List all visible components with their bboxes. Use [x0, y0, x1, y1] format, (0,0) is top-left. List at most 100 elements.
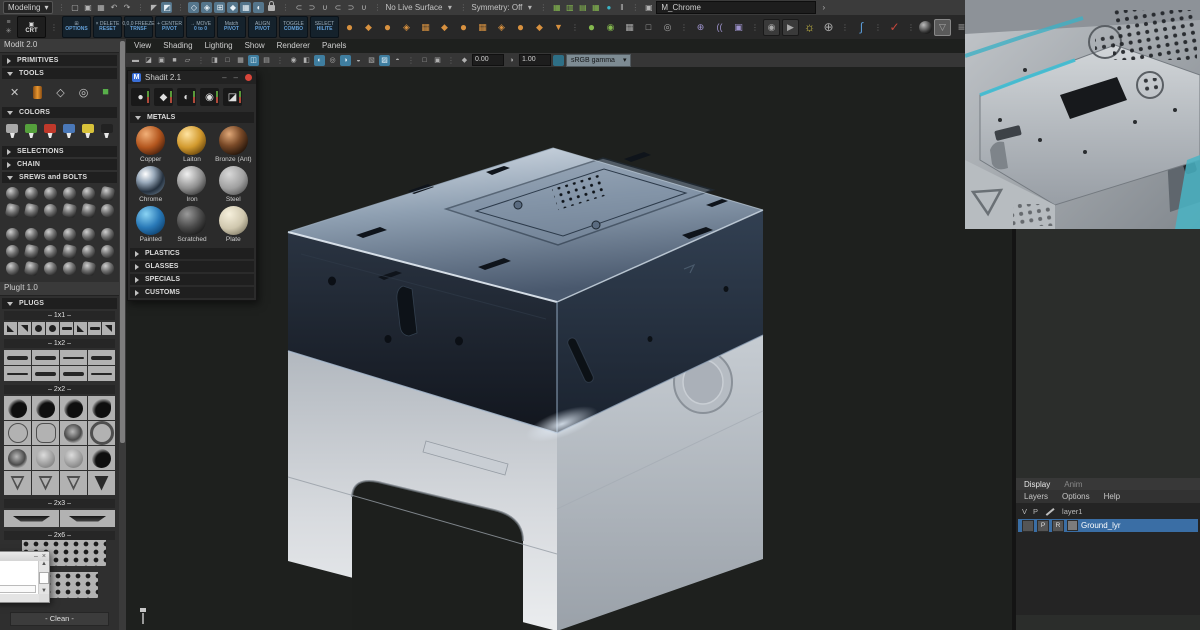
plug-thumbnail[interactable]: [88, 471, 115, 495]
plug-thumbnail[interactable]: [60, 446, 87, 470]
undo-icon[interactable]: ↶: [108, 2, 119, 13]
lock-camera-icon[interactable]: ◪: [143, 55, 154, 66]
redo-icon[interactable]: ↷: [121, 2, 132, 13]
primitive-diamond-icon[interactable]: ◆: [436, 18, 453, 36]
inspect-tool-icon[interactable]: ◎: [659, 18, 676, 36]
move-to-origin-button[interactable]: → MOVE 0 to 0: [186, 16, 215, 38]
menu-renderer[interactable]: Renderer: [277, 41, 310, 52]
plug-thumbnail[interactable]: [4, 396, 31, 420]
plug-thumbnail[interactable]: [60, 471, 87, 495]
plug-thumbnail[interactable]: [88, 322, 101, 335]
plug-thumbnail[interactable]: [88, 366, 115, 381]
material-swatch[interactable]: Scratched: [171, 206, 212, 243]
snap-projected-icon[interactable]: ◆: [227, 2, 238, 13]
motion-blur-icon[interactable]: ◓: [392, 55, 403, 66]
plug-thumbnail[interactable]: [74, 322, 87, 335]
minimize-icon[interactable]: –: [34, 553, 38, 560]
minimize-icon[interactable]: –: [222, 73, 226, 82]
plug-thumbnail[interactable]: [60, 350, 87, 365]
bolt-thumbnail[interactable]: [41, 243, 59, 259]
material-swatch[interactable]: Bronze (Ant): [213, 126, 254, 163]
curve-tool-icon[interactable]: ∫: [853, 18, 870, 36]
scrollbar-thumb[interactable]: [120, 41, 125, 443]
color-marker-red[interactable]: [44, 124, 56, 138]
material-swatch[interactable]: Plate: [213, 206, 254, 243]
construction-history-icon[interactable]: ⊃: [345, 2, 356, 13]
primitive-diamond-icon[interactable]: ◆: [531, 18, 548, 36]
plug-thumbnail[interactable]: [4, 446, 31, 470]
safe-action-icon[interactable]: ◉: [288, 55, 299, 66]
snap-curve-icon[interactable]: ◈: [201, 2, 212, 13]
material-ball-icon[interactable]: [919, 21, 932, 34]
snap-together-icon[interactable]: ▦: [590, 2, 601, 13]
snap-together-icon[interactable]: ▤: [577, 2, 588, 13]
primitive-gem-icon[interactable]: ◈: [493, 18, 510, 36]
snap-grid-icon[interactable]: ◇: [188, 2, 199, 13]
color-marker-blue[interactable]: [63, 124, 75, 138]
section-primitives[interactable]: PRIMITIVES: [2, 55, 117, 66]
material-swatch[interactable]: Painted: [130, 206, 171, 243]
screw-thumbnail[interactable]: [60, 202, 78, 218]
plug-thumbnail[interactable]: [60, 322, 73, 335]
plug-thumbnail[interactable]: [60, 421, 87, 445]
plug-thumbnail[interactable]: [4, 322, 17, 335]
snap-view-icon[interactable]: ▦: [240, 2, 251, 13]
plug-thumbnail[interactable]: [32, 350, 59, 365]
construction-history-icon[interactable]: ∪: [319, 2, 330, 13]
center-pivot-button[interactable]: + CENTER PIVOT: [155, 16, 184, 38]
screw-thumbnail[interactable]: [22, 202, 40, 218]
resize-grip[interactable]: [39, 594, 49, 602]
menu-panels[interactable]: Panels: [322, 41, 346, 52]
bolt-thumbnail[interactable]: [3, 260, 21, 276]
bolt-thumbnail[interactable]: [79, 226, 97, 242]
primitive-gem-icon[interactable]: ◈: [398, 18, 415, 36]
primitive-grid-icon[interactable]: ▦: [417, 18, 434, 36]
chevron-down-icon[interactable]: ▾: [524, 2, 535, 13]
bolt-thumbnail[interactable]: [98, 260, 116, 276]
material-swatch[interactable]: Steel: [213, 166, 254, 203]
menu-shading[interactable]: Shading: [163, 41, 192, 52]
symmetry-selector[interactable]: Symmetry: Off: [471, 3, 522, 12]
camera-attributes-icon[interactable]: ▣: [156, 55, 167, 66]
bolt-thumbnail[interactable]: [98, 243, 116, 259]
layer-name[interactable]: Ground_lyr: [1081, 521, 1121, 530]
bolt-thumbnail[interactable]: [60, 243, 78, 259]
save-scene-icon[interactable]: ▦: [95, 2, 106, 13]
plug-thumbnail[interactable]: [32, 322, 45, 335]
primitive-sphere-icon[interactable]: ●: [379, 18, 396, 36]
close-icon[interactable]: [245, 74, 252, 81]
bolt-thumbnail[interactable]: [41, 260, 59, 276]
plug-thumbnail[interactable]: [46, 322, 59, 335]
screw-thumbnail[interactable]: [3, 185, 21, 201]
live-surface-field[interactable]: No Live Surface: [385, 3, 442, 12]
section-glasses[interactable]: GLASSES: [130, 261, 254, 272]
shadit-titlebar[interactable]: M Shadit 2.1 – –: [128, 71, 256, 84]
mini-window-titlebar[interactable]: – ×: [0, 552, 49, 561]
film-gate-icon[interactable]: □: [222, 55, 233, 66]
model-3d-enclosure[interactable]: [126, 65, 1012, 630]
primitive-cone-icon[interactable]: ▼: [550, 18, 567, 36]
bolt-thumbnail[interactable]: [98, 226, 116, 242]
freeze-transform-button[interactable]: 0,0,0 FREEZE TRNSF: [124, 16, 153, 38]
screw-thumbnail[interactable]: [98, 185, 116, 201]
material-swatch[interactable]: Laiton: [171, 126, 212, 163]
section-customs[interactable]: CUSTOMS: [130, 287, 254, 298]
plug-thumbnail[interactable]: [32, 396, 59, 420]
plug-thumbnail[interactable]: [88, 396, 115, 420]
select-camera-icon[interactable]: ▬: [130, 55, 141, 66]
bolt-thumbnail[interactable]: [3, 243, 21, 259]
bolt-thumbnail[interactable]: [22, 226, 40, 242]
color-marker-black[interactable]: [101, 124, 113, 138]
section-colors[interactable]: COLORS: [2, 107, 117, 118]
display-type-toggle[interactable]: R: [1052, 520, 1064, 532]
exposure-icon[interactable]: ◆: [459, 55, 470, 66]
construction-history-icon[interactable]: ∪: [358, 2, 369, 13]
align-pivot-button[interactable]: ALIGN PIVOT: [248, 16, 277, 38]
primitive-sphere-icon[interactable]: ●: [512, 18, 529, 36]
bookmark-icon[interactable]: ■: [169, 55, 180, 66]
menu-options[interactable]: Options: [1062, 492, 1090, 501]
chevron-right-icon[interactable]: ›: [818, 2, 829, 13]
section-chain[interactable]: CHAIN: [2, 159, 117, 170]
plug-thumbnail[interactable]: [4, 350, 31, 365]
paint-tool-icon[interactable]: ✓: [886, 18, 903, 36]
